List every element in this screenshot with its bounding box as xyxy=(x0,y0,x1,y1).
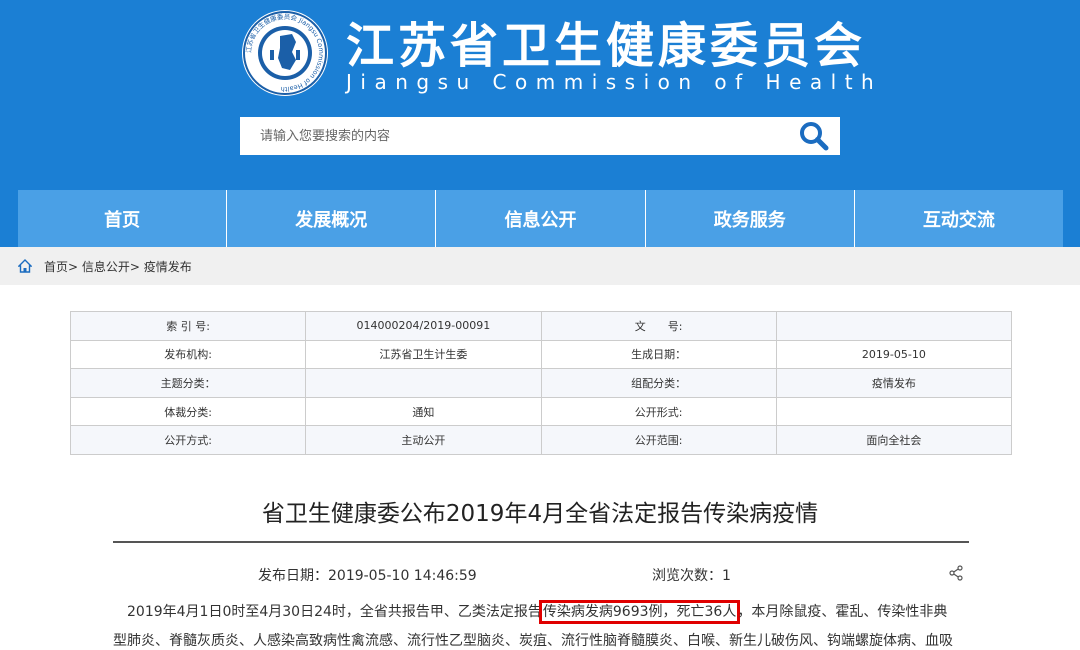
nav-item-disclosure[interactable]: 信息公开 xyxy=(436,190,646,247)
nav-item-overview[interactable]: 发展概况 xyxy=(227,190,437,247)
meta-label: 索 引 号: xyxy=(69,311,307,341)
meta-value xyxy=(775,311,1013,341)
meta-value: 疫情发布 xyxy=(775,368,1013,398)
meta-label: 体裁分类: xyxy=(69,396,307,427)
meta-value xyxy=(775,396,1013,427)
breadcrumb-separator: > xyxy=(68,260,82,274)
article-paragraph-line: 2019年4月1日0时至4月30日24时，全省共报告甲、乙类法定报告传染病发病9… xyxy=(113,598,973,627)
table-row: 公开方式: 主动公开 公开范围: 面向全社会 xyxy=(69,425,1013,455)
share-icon[interactable] xyxy=(948,565,964,581)
breadcrumb-trail: 首页> 信息公开> 疫情发布 xyxy=(44,258,192,275)
search-box xyxy=(240,117,840,155)
meta-label: 文 号: xyxy=(540,311,777,341)
article-title: 省卫生健康委公布2019年4月全省法定报告传染病疫情 xyxy=(261,501,819,527)
publish-date: 发布日期：2019-05-10 14:46:59 xyxy=(258,568,477,584)
article-body: 2019年4月1日0时至4月30日24时，全省共报告甲、乙类法定报告传染病发病9… xyxy=(113,598,973,650)
article-paragraph-line: 型肺炎、脊髓灰质炎、人感染高致病性禽流感、流行性乙型脑炎、炭疽、流行性脑脊髓膜炎… xyxy=(113,633,953,649)
meta-label: 公开方式: xyxy=(69,425,307,455)
meta-value: 江苏省卫生计生委 xyxy=(305,339,542,370)
meta-value xyxy=(305,368,542,398)
meta-value: 主动公开 xyxy=(305,425,542,455)
meta-label: 生成日期： xyxy=(540,339,777,370)
body-text-segment: 2019年4月1日0时至4月30日24时，全省共报告甲、乙类法定报告 xyxy=(113,604,542,620)
site-subtitle: Jiangsu Commission of Health xyxy=(346,70,883,94)
document-meta-table: 索 引 号: 014000204/2019-00091 文 号: 发布机构: 江… xyxy=(69,311,1013,455)
table-row: 索 引 号: 014000204/2019-00091 文 号: xyxy=(69,311,1013,341)
meta-value: 014000204/2019-00091 xyxy=(305,311,542,341)
breadcrumb: 首页> 信息公开> 疫情发布 xyxy=(0,247,1080,285)
view-count: 浏览次数：1 xyxy=(652,568,731,584)
nav-item-services[interactable]: 政务服务 xyxy=(645,190,855,247)
breadcrumb-separator: > xyxy=(129,260,144,274)
search-icon[interactable] xyxy=(798,121,830,151)
search-input[interactable] xyxy=(240,117,790,155)
provincial-emblem-icon[interactable]: 江苏省卫生健康委员会 Jiangsu Commission of Health xyxy=(240,8,330,98)
table-row: 发布机构: 江苏省卫生计生委 生成日期： 2019-05-10 xyxy=(69,339,1013,370)
site-header: 江苏省卫生健康委员会 Jiangsu Commission of Health … xyxy=(0,0,1080,247)
meta-label: 公开形式: xyxy=(540,396,777,427)
meta-label: 组配分类： xyxy=(540,368,777,398)
meta-value: 面向全社会 xyxy=(775,425,1013,455)
meta-value: 通知 xyxy=(305,396,542,427)
main-nav: 首页 发展概况 信息公开 政务服务 互动交流 xyxy=(18,190,1064,247)
breadcrumb-epidemic[interactable]: 疫情发布 xyxy=(144,260,192,274)
meta-label: 公开范围: xyxy=(540,425,777,455)
table-row: 主题分类： 组配分类： 疫情发布 xyxy=(69,368,1013,398)
meta-value: 2019-05-10 xyxy=(775,339,1013,370)
table-row: 体裁分类: 通知 公开形式: xyxy=(69,396,1013,427)
breadcrumb-home[interactable]: 首页 xyxy=(44,260,68,274)
nav-item-interaction[interactable]: 互动交流 xyxy=(854,190,1064,247)
site-title: 江苏省卫生健康委员会 xyxy=(346,18,867,74)
highlighted-statistic: 传染病发病9693例，死亡36人 xyxy=(538,600,741,624)
meta-label: 主题分类： xyxy=(69,368,307,398)
nav-item-home[interactable]: 首页 xyxy=(18,190,228,247)
body-text-segment: ，本月除鼠疫、霍乱、传染性非典 xyxy=(737,604,948,620)
title-divider xyxy=(113,541,969,543)
home-icon[interactable] xyxy=(18,259,32,273)
meta-label: 发布机构: xyxy=(69,339,307,370)
breadcrumb-disclosure[interactable]: 信息公开 xyxy=(82,260,130,274)
